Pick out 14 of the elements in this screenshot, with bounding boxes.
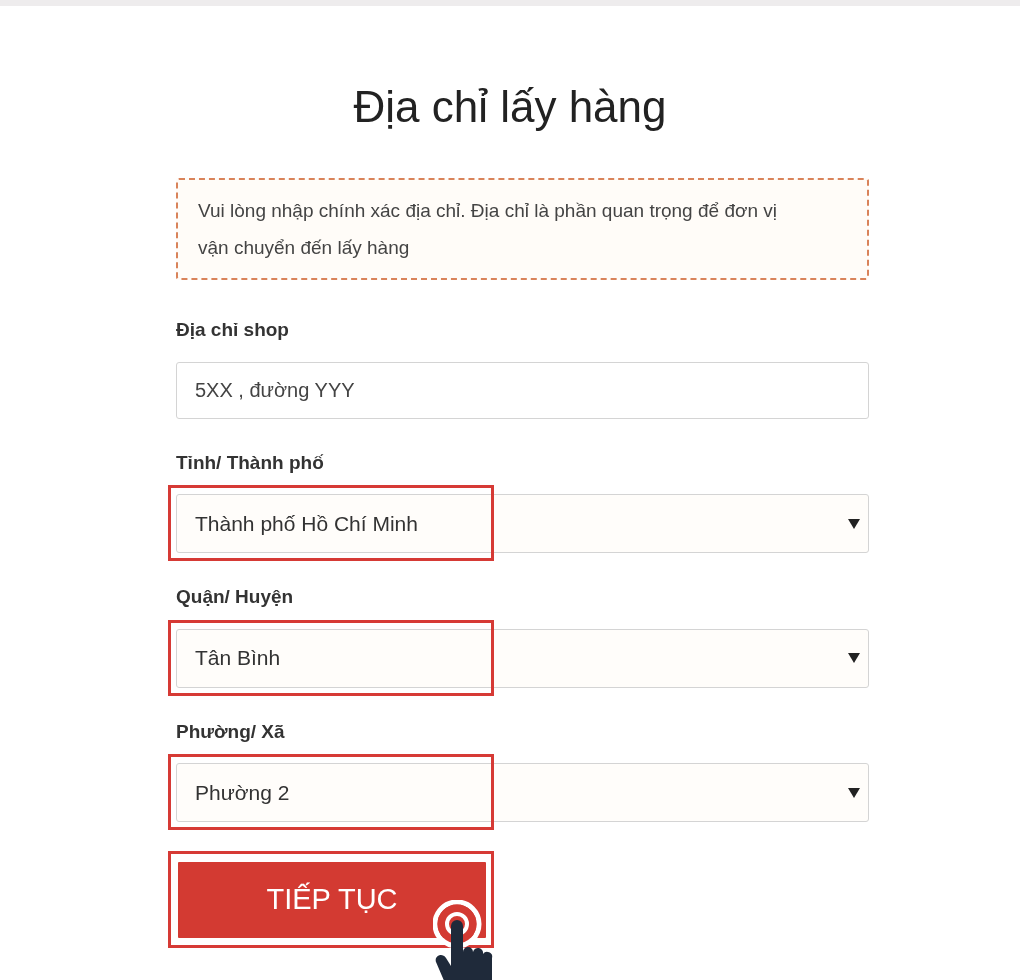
caret-down-icon: [848, 787, 860, 798]
address-input[interactable]: 5XX , đường YYY: [176, 361, 869, 419]
page-title: Địa chỉ lấy hàng: [352, 81, 668, 133]
dropdown-select[interactable]: Tân Bình: [176, 628, 869, 688]
field-label: Quận/ Huyện: [176, 585, 295, 609]
continue-button[interactable]: TIẾP TỤC: [176, 860, 488, 940]
caret-down-icon: [848, 518, 860, 529]
field-label: Địa chỉ shop: [176, 318, 290, 342]
notice-text: Vui lòng nhập chính xác địa chỉ. Địa chỉ là phần quan trọng để đơn vị vận chuyển đến lấy hàng: [176, 178, 869, 280]
caret-down-icon: [848, 653, 860, 663]
field-label: Tỉnh/ Thành phố: [176, 450, 325, 475]
dropdown-select[interactable]: Phường 2: [176, 763, 869, 822]
field-label: Phường/ Xã: [176, 719, 286, 744]
dropdown-select[interactable]: Thành phố Hồ Chí Minh: [176, 494, 869, 553]
